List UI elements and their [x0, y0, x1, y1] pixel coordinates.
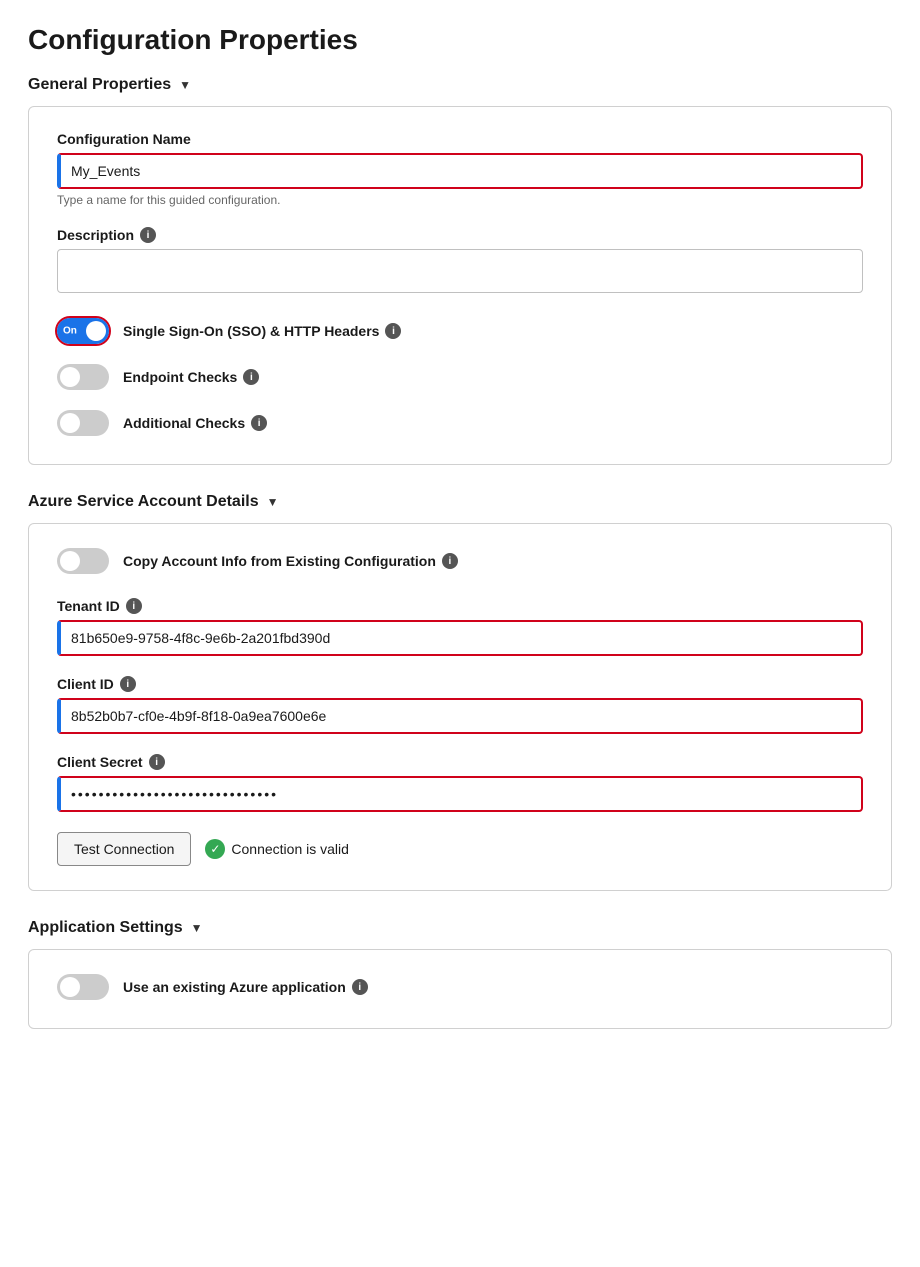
client-secret-info-icon[interactable]: i	[149, 754, 165, 770]
endpoint-toggle-row: Endpoint Checks i	[57, 364, 863, 390]
app-section-title: Application Settings	[28, 919, 183, 937]
tenant-id-info-icon[interactable]: i	[126, 598, 142, 614]
config-name-label: Configuration Name	[57, 131, 863, 147]
additional-toggle[interactable]	[57, 410, 109, 436]
client-secret-input[interactable]	[57, 776, 863, 812]
use-existing-toggle[interactable]	[57, 974, 109, 1000]
azure-properties-card: Copy Account Info from Existing Configur…	[28, 523, 892, 891]
client-id-label: Client ID i	[57, 676, 863, 692]
connection-valid-icon: ✓	[205, 839, 225, 859]
general-section-title: General Properties	[28, 76, 171, 94]
tenant-id-label: Tenant ID i	[57, 598, 863, 614]
client-id-input[interactable]	[57, 698, 863, 734]
copy-account-toggle[interactable]	[57, 548, 109, 574]
azure-section-header[interactable]: Azure Service Account Details ▼	[28, 493, 892, 511]
general-properties-card: Configuration Name Type a name for this …	[28, 106, 892, 465]
test-connection-row: Test Connection ✓ Connection is valid	[57, 832, 863, 866]
config-name-hint: Type a name for this guided configuratio…	[57, 193, 863, 207]
client-id-info-icon[interactable]: i	[120, 676, 136, 692]
additional-label: Additional Checks i	[123, 415, 267, 431]
sso-info-icon[interactable]: i	[385, 323, 401, 339]
azure-chevron-icon: ▼	[267, 495, 279, 509]
use-existing-info-icon[interactable]: i	[352, 979, 368, 995]
endpoint-info-icon[interactable]: i	[243, 369, 259, 385]
sso-toggle[interactable]: On	[57, 318, 109, 344]
general-chevron-icon: ▼	[179, 78, 191, 92]
copy-account-info-icon[interactable]: i	[442, 553, 458, 569]
general-section-header[interactable]: General Properties ▼	[28, 76, 892, 94]
endpoint-toggle[interactable]	[57, 364, 109, 390]
additional-slider	[57, 410, 109, 436]
copy-account-slider	[57, 548, 109, 574]
sso-on-label: On	[63, 326, 77, 337]
sso-slider: On	[57, 318, 109, 344]
connection-status-text: Connection is valid	[231, 841, 349, 857]
azure-section-title: Azure Service Account Details	[28, 493, 259, 511]
app-section-header[interactable]: Application Settings ▼	[28, 919, 892, 937]
copy-account-toggle-row: Copy Account Info from Existing Configur…	[57, 548, 863, 574]
endpoint-slider	[57, 364, 109, 390]
description-group: Description i	[57, 227, 863, 298]
description-info-icon[interactable]: i	[140, 227, 156, 243]
use-existing-label: Use an existing Azure application i	[123, 979, 368, 995]
client-secret-group: Client Secret i	[57, 754, 863, 812]
use-existing-toggle-row: Use an existing Azure application i	[57, 974, 863, 1000]
endpoint-label: Endpoint Checks i	[123, 369, 259, 385]
additional-toggle-row: Additional Checks i	[57, 410, 863, 436]
page-title: Configuration Properties	[28, 24, 892, 56]
client-secret-label: Client Secret i	[57, 754, 863, 770]
copy-account-label: Copy Account Info from Existing Configur…	[123, 553, 458, 569]
app-properties-card: Use an existing Azure application i	[28, 949, 892, 1029]
use-existing-slider	[57, 974, 109, 1000]
sso-toggle-row: On Single Sign-On (SSO) & HTTP Headers i	[57, 318, 863, 344]
config-name-input[interactable]	[57, 153, 863, 189]
sso-label: Single Sign-On (SSO) & HTTP Headers i	[123, 323, 401, 339]
app-chevron-icon: ▼	[191, 921, 203, 935]
config-name-group: Configuration Name Type a name for this …	[57, 131, 863, 207]
test-connection-button[interactable]: Test Connection	[57, 832, 191, 866]
client-id-group: Client ID i	[57, 676, 863, 734]
connection-status: ✓ Connection is valid	[205, 839, 349, 859]
description-label: Description i	[57, 227, 863, 243]
additional-info-icon[interactable]: i	[251, 415, 267, 431]
description-input[interactable]	[57, 249, 863, 293]
tenant-id-input[interactable]	[57, 620, 863, 656]
tenant-id-group: Tenant ID i	[57, 598, 863, 656]
